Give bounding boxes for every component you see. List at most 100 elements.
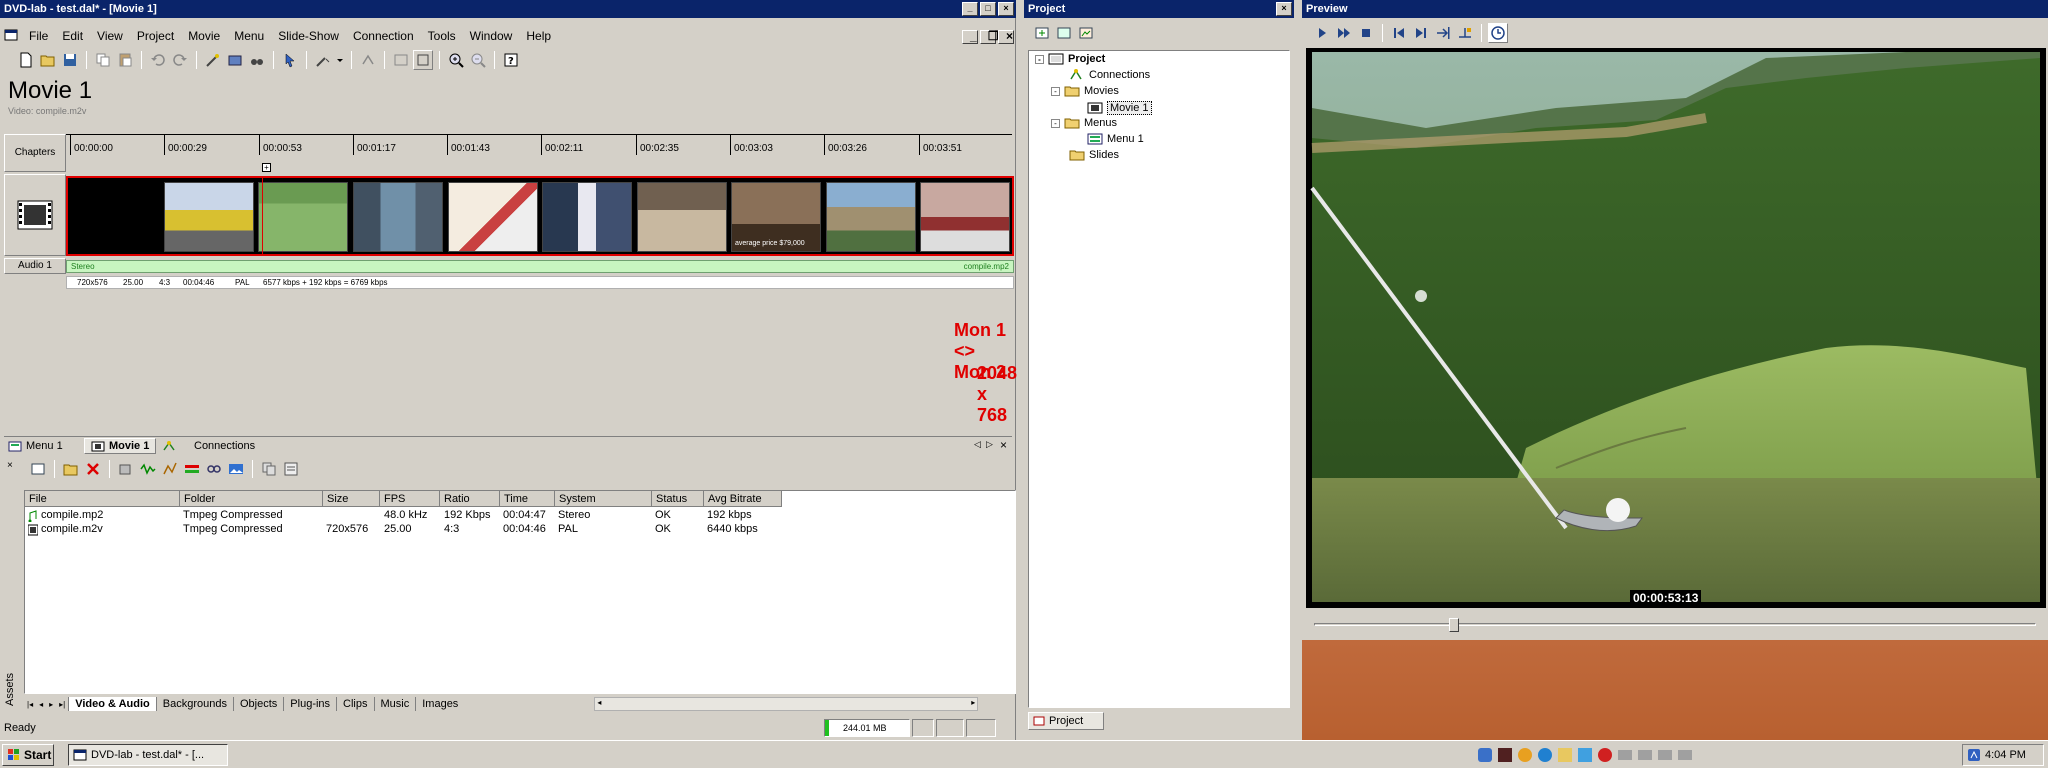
menu-help[interactable]: Help (519, 29, 558, 43)
tray-app-icon[interactable] (1658, 750, 1672, 760)
preview-video[interactable]: 00:00:53:13 (1306, 48, 2046, 608)
tree-item-menu-1[interactable]: Menu 1 (1087, 133, 1144, 145)
tab-plug-ins[interactable]: Plug-ins (283, 697, 336, 711)
tree-collapse-icon[interactable]: - (1051, 118, 1060, 128)
audio-wave-icon[interactable] (138, 459, 158, 479)
tab-video-audio[interactable]: Video & Audio (68, 697, 156, 711)
pointer-icon[interactable] (280, 50, 300, 70)
audio-track[interactable]: Stereo compile.mp2 (66, 260, 1014, 273)
copy-asset-icon[interactable] (259, 459, 279, 479)
mdi-minimize-button[interactable]: _ (962, 30, 978, 44)
project-close-button[interactable]: × (1276, 2, 1292, 16)
minimize-button[interactable]: _ (962, 2, 978, 16)
play-icon[interactable] (1312, 23, 1332, 43)
tab-scroll-left-icon[interactable]: ◁ (974, 439, 981, 450)
tab-prev-icon[interactable]: ◂ (36, 700, 46, 709)
fast-forward-icon[interactable] (1334, 23, 1354, 43)
mdi-close-button[interactable]: × (998, 30, 1014, 44)
link-icon[interactable] (358, 50, 378, 70)
delete-icon[interactable] (83, 459, 103, 479)
clock-icon[interactable] (1488, 23, 1508, 43)
scroll-right-icon[interactable]: ▸ (971, 698, 975, 707)
tree-item-movies[interactable]: - Movies (1051, 85, 1119, 97)
tray-app-icon[interactable] (1478, 748, 1492, 762)
tree-item-project[interactable]: - Project (1035, 53, 1105, 65)
copy-icon[interactable] (93, 50, 113, 70)
tree-item-slides[interactable]: Slides (1069, 149, 1119, 161)
add-slides-icon[interactable] (1076, 23, 1096, 43)
tab-close-icon[interactable]: × (1000, 438, 1007, 452)
properties-icon[interactable] (281, 459, 301, 479)
safe-area-icon[interactable] (413, 50, 433, 70)
redo-icon[interactable] (170, 50, 190, 70)
column-header-file[interactable]: File (25, 491, 180, 507)
tree-collapse-icon[interactable]: - (1051, 86, 1060, 96)
tab-clips[interactable]: Clips (336, 697, 373, 711)
save-icon[interactable] (60, 50, 80, 70)
tray-app-icon[interactable] (1558, 748, 1572, 762)
folder-open-icon[interactable] (61, 459, 81, 479)
app-menu-icon[interactable] (0, 29, 22, 44)
tray-app-icon[interactable] (1498, 748, 1512, 762)
zoom-in-icon[interactable] (446, 50, 466, 70)
stop-icon[interactable] (1356, 23, 1376, 43)
column-header-size[interactable]: Size (323, 491, 380, 507)
prev-frame-icon[interactable] (1389, 23, 1409, 43)
next-frame-icon[interactable] (1411, 23, 1431, 43)
column-header-ratio[interactable]: Ratio (440, 491, 500, 507)
menu-file[interactable]: File (22, 29, 55, 43)
preview-scrub-slider[interactable] (1314, 618, 2036, 632)
menu-movie[interactable]: Movie (181, 29, 227, 43)
import-icon[interactable] (116, 459, 136, 479)
tree-item-menus[interactable]: - Menus (1051, 117, 1117, 129)
maximize-button[interactable]: □ (980, 2, 996, 16)
help-icon[interactable]: ? (501, 50, 521, 70)
mark-in-icon[interactable] (1433, 23, 1453, 43)
asset-view-icon[interactable] (28, 459, 48, 479)
playhead-line[interactable] (262, 178, 263, 254)
column-header-avg-bitrate[interactable]: Avg Bitrate (704, 491, 782, 507)
menu-edit[interactable]: Edit (55, 29, 90, 43)
tree-item-movie-1[interactable]: Movie 1 (1087, 101, 1152, 115)
column-header-fps[interactable]: FPS (380, 491, 440, 507)
tab-backgrounds[interactable]: Backgrounds (155, 697, 233, 711)
new-icon[interactable] (16, 50, 36, 70)
tray-app-icon[interactable] (1638, 750, 1652, 760)
column-header-status[interactable]: Status (652, 491, 704, 507)
main-titlebar[interactable]: DVD-lab - test.dal* - [Movie 1] _ □ × (0, 0, 1016, 18)
analyze-icon[interactable] (160, 459, 180, 479)
slider-thumb[interactable] (1449, 618, 1459, 632)
grid-icon[interactable] (391, 50, 411, 70)
chevron-down-icon[interactable] (335, 50, 345, 70)
menu-tools[interactable]: Tools (421, 29, 463, 43)
color-bars-icon[interactable] (182, 459, 202, 479)
menu-slide-show[interactable]: Slide-Show (271, 29, 346, 43)
tray-app-icon[interactable] (1518, 748, 1532, 762)
tab-objects[interactable]: Objects (233, 697, 283, 711)
tab-next-icon[interactable]: ▸ (46, 700, 56, 709)
tools-dropdown-icon[interactable] (313, 50, 333, 70)
close-button[interactable]: × (998, 2, 1014, 16)
column-header-folder[interactable]: Folder (180, 491, 323, 507)
menu-view[interactable]: View (90, 29, 130, 43)
table-row[interactable]: compile.m2v Tmpeg Compressed 720x576 25.… (25, 523, 1015, 537)
chapter-add-icon[interactable] (1455, 23, 1475, 43)
menu-menu[interactable]: Menu (227, 29, 271, 43)
video-track[interactable]: average price $79,000 (66, 176, 1014, 256)
playhead-marker-icon[interactable]: + (262, 163, 271, 172)
time-ruler[interactable]: 00:00:00 00:00:29 00:00:53 00:01:17 00:0… (66, 134, 1012, 172)
add-movie-icon[interactable] (1032, 23, 1052, 43)
tab-menu-1[interactable]: Menu 1 (8, 439, 63, 453)
tree-item-connections[interactable]: Connections (1069, 69, 1150, 81)
menu-window[interactable]: Window (463, 29, 520, 43)
tab-images[interactable]: Images (415, 697, 464, 711)
column-header-time[interactable]: Time (500, 491, 555, 507)
assets-close-icon[interactable]: × (7, 460, 13, 471)
menu-connection[interactable]: Connection (346, 29, 421, 43)
binoculars-icon[interactable] (247, 50, 267, 70)
tree-collapse-icon[interactable]: - (1035, 54, 1044, 64)
tab-last-icon[interactable]: ▸| (56, 700, 68, 709)
link-chain-icon[interactable] (204, 459, 224, 479)
compile-icon[interactable] (225, 50, 245, 70)
horizontal-scrollbar[interactable]: ◂ ▸ (594, 697, 979, 711)
